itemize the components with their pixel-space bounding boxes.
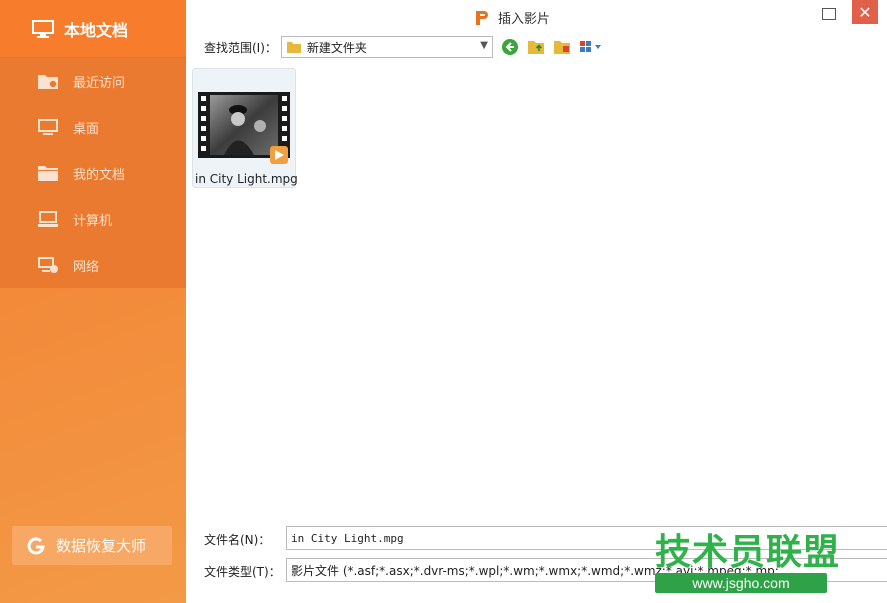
watermark-url: www.jsgho.com (655, 573, 827, 593)
watermark-logo: 技术员联盟 (655, 532, 841, 573)
toolbar: 查找范围(I)： 新建文件夹 ▼ (186, 32, 887, 62)
file-name: in City Light.mpg (195, 172, 298, 186)
sidebar-list: 最近访问 桌面 我的文档 计算机 网络 (0, 58, 186, 288)
data-recovery-label: 数据恢复大师 (56, 537, 147, 555)
recent-folder-icon (37, 71, 59, 91)
file-item[interactable]: in City Light.mpg (192, 68, 298, 188)
back-arrow-icon (501, 39, 518, 55)
file-list: in City Light.mpg (186, 62, 887, 514)
watermark: 技术员联盟 www.jsgho.com (655, 533, 845, 601)
title-bar: 插入影片 ✕ (186, 0, 887, 32)
sidebar-item-label: 最近访问 (73, 75, 126, 91)
up-folder-button[interactable] (527, 38, 545, 56)
sidebar-item-label: 网络 (73, 259, 100, 275)
monitor-icon (32, 19, 54, 38)
sidebar-item-recent[interactable]: 最近访问 (0, 58, 186, 104)
desktop-icon (37, 117, 59, 137)
new-folder-button[interactable] (553, 38, 571, 56)
window-title: 插入影片 (474, 8, 550, 27)
up-folder-icon (527, 41, 544, 54)
filetype-label: 文件类型(T)： (204, 565, 281, 579)
chevron-down-icon: ▼ (480, 40, 488, 51)
presentation-app-icon (476, 10, 488, 25)
sidebar-item-network[interactable]: 网络 (0, 242, 186, 288)
location-value: 新建文件夹 (306, 40, 367, 55)
view-menu-button[interactable] (579, 38, 605, 56)
recovery-g-icon (27, 537, 45, 554)
close-button[interactable]: ✕ (852, 0, 878, 24)
sidebar-item-desktop[interactable]: 桌面 (0, 104, 186, 150)
documents-folder-icon (37, 163, 59, 183)
sidebar-header-label: 本地文档 (64, 20, 129, 40)
close-icon: ✕ (858, 2, 872, 22)
sidebar-item-label: 计算机 (73, 213, 113, 229)
data-recovery-button[interactable]: 数据恢复大师 (12, 526, 172, 565)
filename-value: in City Light.mpg (291, 531, 404, 545)
look-in-label: 查找范围(I)： (204, 40, 277, 55)
sidebar: 本地文档 最近访问 桌面 我的文档 计算机 网络 数据恢复大师 (0, 0, 186, 603)
view-grid-icon (579, 41, 601, 52)
sidebar-item-label: 我的文档 (73, 167, 126, 183)
location-dropdown[interactable]: 新建文件夹 ▼ (280, 36, 493, 58)
sidebar-item-label: 桌面 (73, 121, 100, 137)
folder-icon (286, 42, 301, 53)
maximize-button[interactable] (822, 8, 836, 20)
filename-label: 文件名(N)： (204, 533, 271, 547)
back-button[interactable] (501, 38, 519, 56)
computer-icon (37, 209, 59, 229)
sidebar-item-documents[interactable]: 我的文档 (0, 150, 186, 196)
sidebar-header[interactable]: 本地文档 (0, 0, 186, 58)
new-folder-icon (553, 41, 570, 54)
window-title-text: 插入影片 (498, 12, 551, 27)
sidebar-item-computer[interactable]: 计算机 (0, 196, 186, 242)
network-icon (37, 255, 59, 275)
video-file-icon (198, 92, 290, 164)
